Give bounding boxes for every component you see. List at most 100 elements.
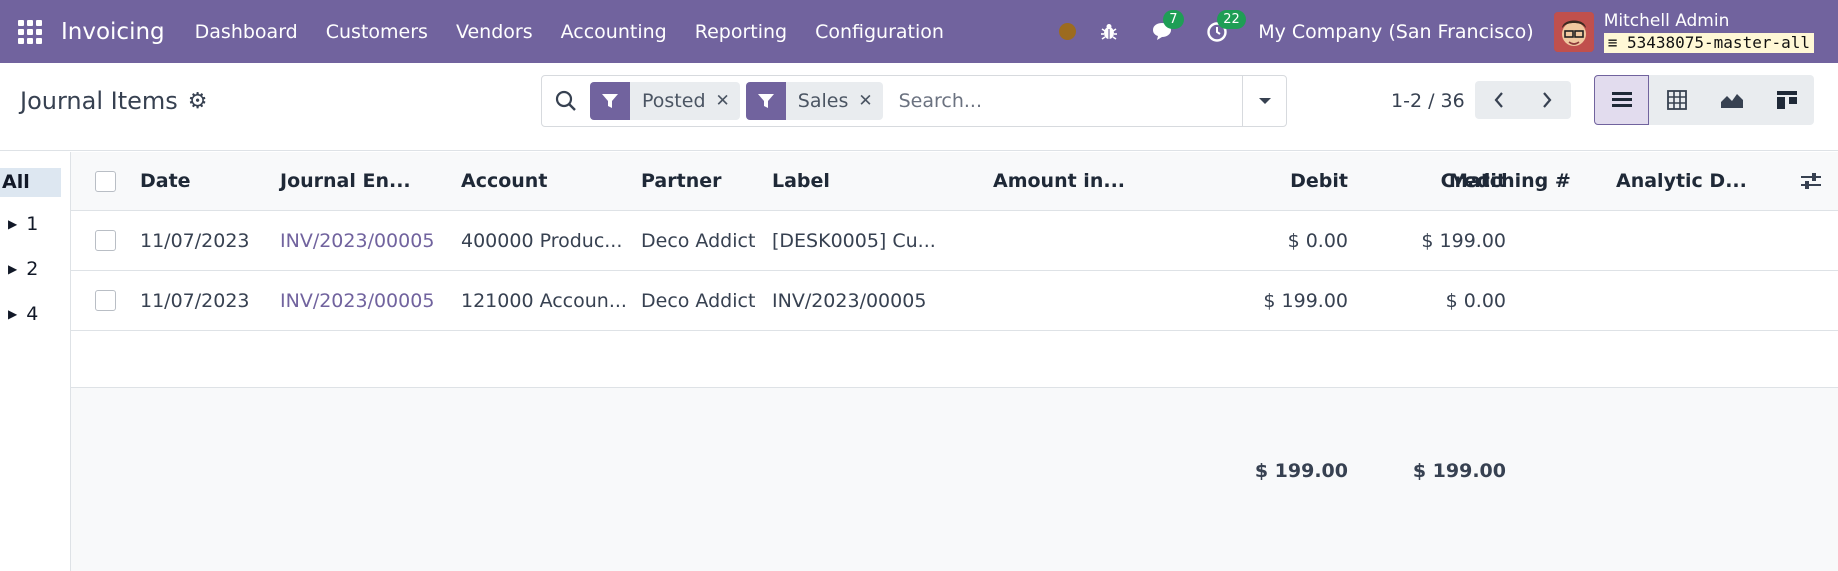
table-row[interactable]: 11/07/2023 INV/2023/00005 121000 Accoun.…: [71, 271, 1838, 331]
facet-label: Posted: [642, 90, 706, 112]
pager-value[interactable]: 1-2 / 36: [1391, 90, 1465, 112]
activities-clock-icon[interactable]: 22: [1204, 9, 1246, 45]
pager-previous-button[interactable]: [1475, 81, 1523, 119]
cell-partner: Deco Addict: [641, 230, 756, 252]
column-analytic[interactable]: Analytic D...: [1616, 152, 1747, 211]
user-menu[interactable]: Mitchell Admin ≡ 53438075-master-all: [1603, 10, 1814, 53]
column-amount-currency[interactable]: Amount in...: [993, 152, 1125, 211]
table-footer-totals: $ 199.00 $ 199.00: [71, 442, 1838, 571]
column-matching[interactable]: Matching #: [1449, 152, 1571, 211]
facet-posted: Posted ✕: [590, 82, 740, 120]
column-debit[interactable]: Debit: [1171, 152, 1348, 211]
facet-label: Sales: [797, 90, 849, 112]
side-item-label: 4: [26, 302, 39, 325]
column-label[interactable]: Label: [772, 152, 830, 211]
top-navbar: Invoicing Dashboard Customers Vendors Ac…: [0, 0, 1838, 63]
table-header: Date Journal En... Account Partner Label…: [71, 152, 1838, 211]
column-partner[interactable]: Partner: [641, 152, 721, 211]
facet-remove-icon[interactable]: ✕: [858, 91, 882, 111]
breadcrumb: Journal Items ⚙: [20, 87, 208, 115]
menu-dashboard[interactable]: Dashboard: [181, 0, 312, 63]
caret-down-icon: [1258, 98, 1271, 104]
database-icon: ≡: [1607, 32, 1627, 52]
cell-label: INV/2023/00005: [772, 290, 927, 312]
side-item[interactable]: ▶ 1: [0, 201, 70, 246]
page-title: Journal Items: [20, 87, 178, 115]
area-chart-icon: [1720, 94, 1743, 108]
select-all-checkbox[interactable]: [95, 171, 116, 192]
optional-columns-icon[interactable]: [1800, 171, 1822, 196]
messages-chat-icon[interactable]: 7: [1150, 9, 1184, 45]
filter-icon: [745, 82, 786, 120]
column-journal-entry[interactable]: Journal En...: [280, 152, 411, 211]
cell-account: 400000 Produc...: [461, 230, 623, 252]
view-switcher: [1594, 75, 1814, 125]
gear-icon[interactable]: ⚙: [188, 89, 208, 114]
caret-right-icon[interactable]: ▶: [8, 217, 17, 231]
search-input[interactable]: [888, 90, 1239, 112]
chevron-left-icon: [1494, 92, 1503, 108]
cell-date: 11/07/2023: [140, 230, 250, 252]
search-bar: Posted ✕ Sales ✕: [541, 75, 1287, 127]
empty-row: [71, 388, 1838, 444]
database-name: ≡ 53438075-master-all: [1603, 32, 1814, 53]
search-options-toggle[interactable]: [1242, 76, 1286, 126]
facet-sales: Sales ✕: [745, 82, 883, 120]
empty-row: [71, 332, 1838, 388]
app-name[interactable]: Invoicing: [61, 19, 165, 45]
filter-icon: [590, 82, 630, 120]
side-item[interactable]: ▶ 4: [0, 291, 70, 336]
control-panel: Journal Items ⚙ Posted ✕ Sales ✕ Search.…: [0, 63, 1838, 151]
list-view-button[interactable]: [1594, 75, 1649, 125]
menu-customers[interactable]: Customers: [312, 0, 442, 63]
pivot-view-button[interactable]: [1649, 75, 1704, 125]
search-icon[interactable]: [542, 90, 590, 112]
total-debit: $ 199.00: [1254, 460, 1348, 482]
cell-credit: $ 0.00: [1445, 290, 1506, 312]
cell-account: 121000 Accoun...: [461, 290, 627, 312]
kanban-icon: [1776, 91, 1797, 109]
table-row[interactable]: 11/07/2023 INV/2023/00005 400000 Produc.…: [71, 211, 1838, 271]
side-item-label: 1: [26, 212, 39, 235]
company-switcher[interactable]: My Company (San Francisco): [1258, 21, 1533, 43]
debug-bug-icon[interactable]: [1096, 19, 1122, 45]
user-avatar[interactable]: [1553, 11, 1594, 52]
cell-date: 11/07/2023: [140, 290, 250, 312]
pager-next-button[interactable]: [1523, 81, 1571, 119]
caret-right-icon[interactable]: ▶: [8, 307, 17, 321]
menu-vendors[interactable]: Vendors: [442, 0, 547, 63]
pivot-table-icon: [1666, 90, 1687, 110]
menu-accounting[interactable]: Accounting: [547, 0, 681, 63]
cell-credit: $ 199.00: [1421, 230, 1506, 252]
messages-badge: 7: [1163, 9, 1184, 29]
menu-configuration[interactable]: Configuration: [801, 0, 958, 63]
menu-reporting[interactable]: Reporting: [681, 0, 801, 63]
side-panel-journals: All ▶ 1 ▶ 2 ▶ 4: [0, 152, 71, 571]
caret-right-icon[interactable]: ▶: [8, 262, 17, 276]
journal-items-table: Date Journal En... Account Partner Label…: [71, 152, 1838, 571]
column-account[interactable]: Account: [461, 152, 547, 211]
facet-remove-icon[interactable]: ✕: [716, 91, 740, 111]
side-item[interactable]: ▶ 2: [0, 246, 70, 291]
list-icon: [1611, 92, 1632, 107]
cell-debit: $ 0.00: [1287, 230, 1348, 252]
kanban-view-button[interactable]: [1759, 75, 1814, 125]
total-credit: $ 199.00: [1412, 460, 1506, 482]
graph-view-button[interactable]: [1704, 75, 1759, 125]
database-label: 53438075-master-all: [1626, 32, 1810, 52]
status-dot-icon[interactable]: [1059, 23, 1077, 40]
cell-partner: Deco Addict: [641, 290, 756, 312]
cell-journal-entry[interactable]: INV/2023/00005: [280, 211, 434, 271]
chevron-right-icon: [1543, 92, 1552, 108]
user-name: Mitchell Admin: [1603, 10, 1730, 31]
side-item-label: 2: [26, 257, 39, 280]
side-item-all[interactable]: All: [0, 168, 61, 197]
cell-label: [DESK0005] Cu...: [772, 230, 936, 252]
apps-menu-icon[interactable]: [0, 0, 60, 63]
cell-debit: $ 199.00: [1263, 290, 1348, 312]
cell-journal-entry[interactable]: INV/2023/00005: [280, 271, 434, 331]
row-checkbox[interactable]: [95, 230, 116, 251]
activities-badge: 22: [1217, 9, 1246, 29]
row-checkbox[interactable]: [95, 290, 116, 311]
column-date[interactable]: Date: [140, 152, 191, 211]
